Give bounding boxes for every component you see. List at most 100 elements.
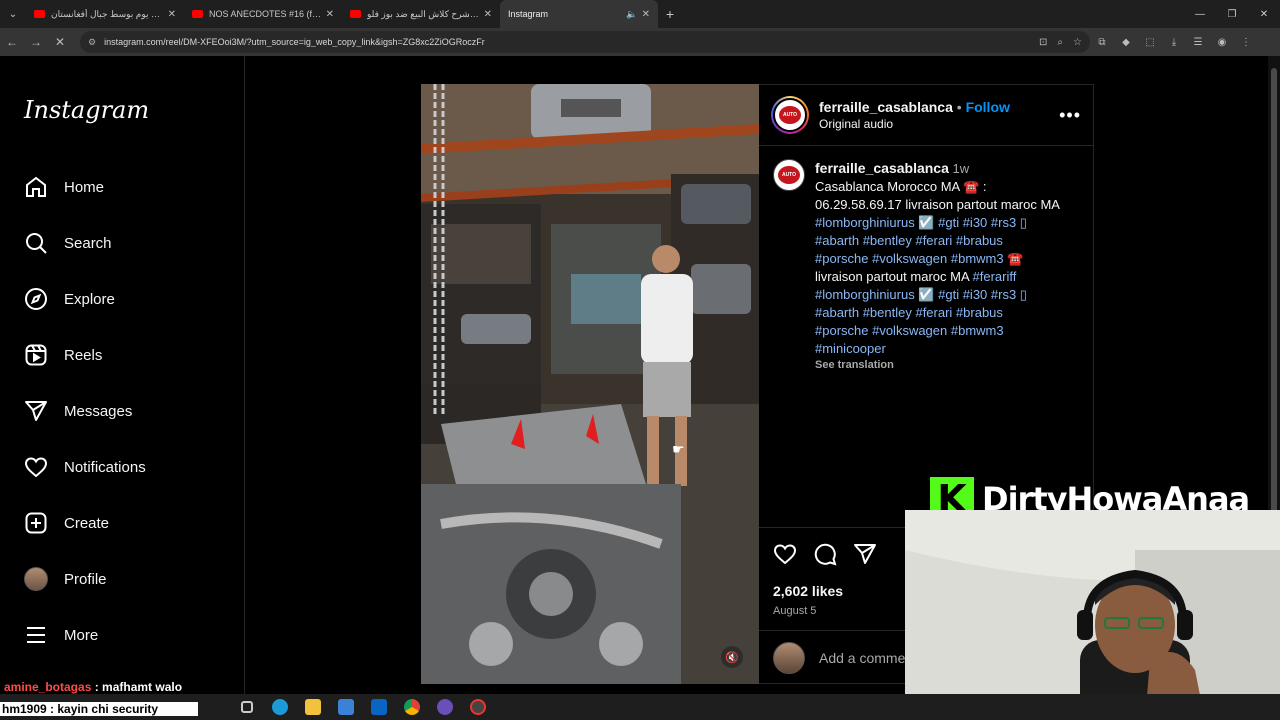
sidebar-item-notifications[interactable]: Notifications xyxy=(24,447,146,487)
sidebar-item-profile[interactable]: Profile xyxy=(24,559,107,599)
youtube-icon xyxy=(192,10,203,18)
sidebar-item-label: Messages xyxy=(64,402,133,420)
muted-audio-icon[interactable]: 🔇 xyxy=(721,646,743,668)
sidebar-item-label: Home xyxy=(64,178,105,196)
author-username[interactable]: ferraille_casablanca xyxy=(819,99,953,115)
hashtag-line[interactable]: #minicooper xyxy=(815,340,1060,358)
site-info-icon[interactable]: ⚙ xyxy=(88,37,96,48)
webcam-overlay xyxy=(905,510,1280,720)
close-icon[interactable]: ✕ xyxy=(326,9,334,20)
chat-username: hm1909 xyxy=(2,702,47,716)
see-translation-link[interactable]: See translation xyxy=(815,358,1060,372)
stream-chat-message: amine_botagas : mafhamt walo xyxy=(4,680,183,694)
tab-search-icon[interactable]: ⌄ xyxy=(0,0,26,28)
sidebar-item-explore[interactable]: Explore xyxy=(24,279,115,319)
bookmark-star-icon[interactable]: ☆ xyxy=(1073,37,1082,48)
avatar xyxy=(773,642,805,674)
back-icon[interactable]: ← xyxy=(0,28,24,56)
tab-title: شرح كلاش البيع ضد بوز فلو ! be xyxy=(367,8,480,19)
hashtag-line[interactable]: #abarth #bentley #ferari #brabus xyxy=(815,304,1060,322)
sidebar-item-label: Explore xyxy=(64,290,115,308)
translate-icon[interactable]: ⧉ xyxy=(1090,28,1114,56)
plus-square-icon xyxy=(24,511,48,535)
hashtag[interactable]: #ferariff xyxy=(973,269,1017,284)
download-icon[interactable]: ⤓ xyxy=(1162,28,1186,56)
add-comment-input[interactable]: Add a comme xyxy=(819,650,905,666)
recording-app-icon[interactable] xyxy=(461,694,494,720)
sidebar-item-label: Reels xyxy=(64,346,103,364)
close-icon[interactable]: ✕ xyxy=(484,9,492,20)
mouse-cursor-icon: ☛ xyxy=(672,441,685,457)
instagram-logo[interactable]: Instagram xyxy=(24,96,149,124)
close-icon[interactable]: ✕ xyxy=(642,9,650,20)
heart-icon xyxy=(24,455,48,479)
like-heart-icon[interactable] xyxy=(773,542,797,571)
youtube-icon xyxy=(34,10,45,18)
extensions-puzzle-icon[interactable]: ⬚ xyxy=(1138,28,1162,56)
outlook-icon[interactable] xyxy=(362,694,395,720)
caption-avatar[interactable]: AUTO xyxy=(773,159,805,191)
caption-text: Casablanca Morocco MA ☎️ : xyxy=(815,179,987,194)
caption-username[interactable]: ferraille_casablanca xyxy=(815,160,949,176)
sidebar-item-label: Create xyxy=(64,514,110,532)
edge-icon[interactable] xyxy=(263,694,296,720)
tab-title: NOS ANECDOTES #16 (ft Faude xyxy=(209,9,322,19)
browser-tab[interactable]: شرح كلاش البيع ضد بوز فلو ! be ✕ xyxy=(342,0,500,28)
profile-icon[interactable]: ◉ xyxy=(1210,28,1234,56)
browser-tab-active[interactable]: Instagram 🔈 ✕ xyxy=(500,0,658,28)
reel-video[interactable]: ☛ 🔇 xyxy=(421,84,759,684)
post-caption: AUTO ferraille_casablanca 1w Casablanca … xyxy=(773,159,1083,372)
stop-loading-icon[interactable]: ✕ xyxy=(48,28,72,56)
hashtag-line[interactable]: #lomborghiniurus ☑️ #gti #i30 #rs3 ▯ xyxy=(815,214,1060,232)
compass-icon xyxy=(24,287,48,311)
hashtag-line[interactable]: #porsche #volkswagen #bmwm3 ☎️ xyxy=(815,250,1060,268)
hashtag-line[interactable]: #lomborghiniurus ☑️ #gti #i30 #rs3 ▯ xyxy=(815,286,1060,304)
avatar xyxy=(24,567,48,591)
brand-logo: AUTO xyxy=(778,166,800,184)
tab-title: يوم بوسط جبال أفغانستان YouTube xyxy=(51,8,164,19)
close-icon[interactable]: ✕ xyxy=(168,9,176,20)
browser-tab[interactable]: NOS ANECDOTES #16 (ft Faude ✕ xyxy=(184,0,342,28)
install-app-icon[interactable]: ⊡ xyxy=(1039,37,1047,48)
sidebar-item-reels[interactable]: Reels xyxy=(24,335,102,375)
browser-toolbar: ← → ✕ ⚙ instagram.com/reel/DM-XFEOoi3M/?… xyxy=(0,28,1280,56)
speaker-icon[interactable]: 🔈 xyxy=(626,9,637,20)
webcam-feed xyxy=(905,510,1280,720)
task-view-icon[interactable] xyxy=(230,694,263,720)
store-icon[interactable] xyxy=(329,694,362,720)
new-tab-button[interactable]: + xyxy=(658,6,682,22)
caption-timestamp[interactable]: 1w xyxy=(953,161,970,176)
separator-dot: • xyxy=(956,99,962,115)
hashtag-line[interactable]: #abarth #bentley #ferari #brabus xyxy=(815,232,1060,250)
zoom-icon[interactable]: ⌕ xyxy=(1057,37,1063,48)
address-bar[interactable]: ⚙ instagram.com/reel/DM-XFEOoi3M/?utm_so… xyxy=(80,31,1090,53)
hashtag-line[interactable]: #porsche #volkswagen #bmwm3 xyxy=(815,322,1060,340)
sidebar-item-messages[interactable]: Messages xyxy=(24,391,132,431)
browser-tab[interactable]: يوم بوسط جبال أفغانستان YouTube ✕ xyxy=(26,0,184,28)
forward-icon[interactable]: → xyxy=(24,28,48,56)
caption-text: livraison partout maroc MA xyxy=(815,269,973,284)
reel-video-frame xyxy=(421,84,759,684)
obs-icon[interactable] xyxy=(428,694,461,720)
author-avatar[interactable]: AUTO xyxy=(771,96,809,134)
close-window-icon[interactable]: ✕ xyxy=(1248,0,1280,28)
browser-menu-icon[interactable]: ⋮ xyxy=(1234,28,1258,56)
extension-icon[interactable]: ◆ xyxy=(1114,28,1138,56)
comment-icon[interactable] xyxy=(813,542,837,571)
sidebar-item-create[interactable]: Create xyxy=(24,503,109,543)
reels-icon xyxy=(24,343,48,367)
file-explorer-icon[interactable] xyxy=(296,694,329,720)
share-icon[interactable] xyxy=(853,542,877,571)
sidebar-item-home[interactable]: Home xyxy=(24,167,104,207)
sidebar-item-search[interactable]: Search xyxy=(24,223,112,263)
follow-button[interactable]: Follow xyxy=(966,99,1010,115)
restore-icon[interactable]: ❐ xyxy=(1216,0,1248,28)
tab-groups-icon[interactable]: ☰ xyxy=(1186,28,1210,56)
sidebar-item-more[interactable]: More xyxy=(24,615,98,655)
url-text: instagram.com/reel/DM-XFEOoi3M/?utm_sour… xyxy=(104,37,485,47)
minimize-icon[interactable]: — xyxy=(1184,0,1216,28)
stream-chat-message: hm1909 : kayin chi security xyxy=(0,702,199,716)
chrome-icon[interactable] xyxy=(395,694,428,720)
audio-label[interactable]: Original audio xyxy=(819,117,1010,131)
more-options-icon[interactable]: ••• xyxy=(1059,105,1081,126)
